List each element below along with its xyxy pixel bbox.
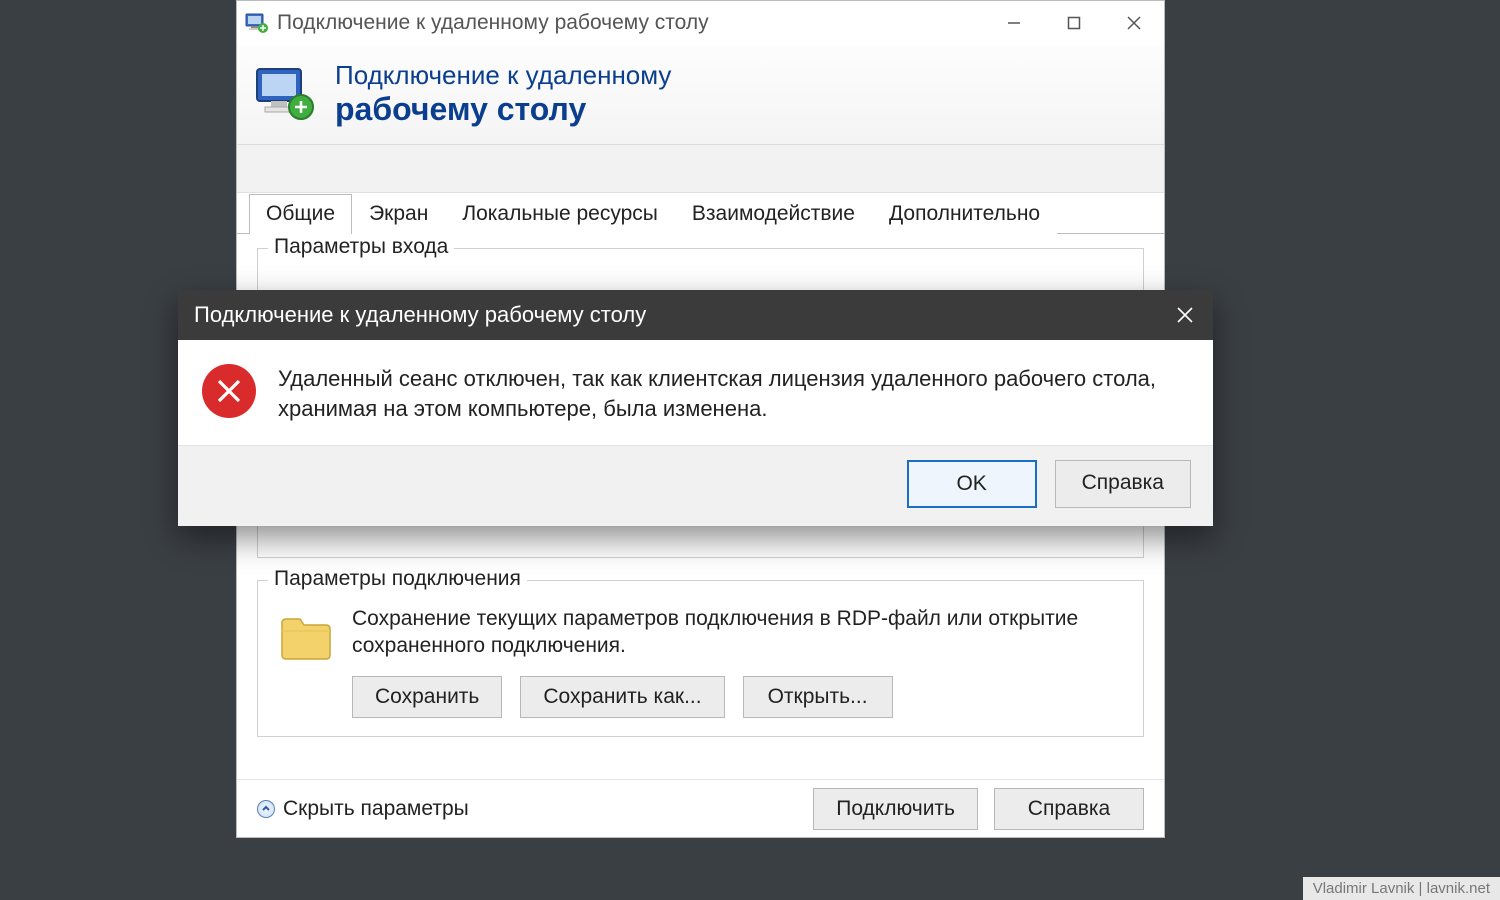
tab-strip: Общие Экран Локальные ресурсы Взаимодейс… — [237, 193, 1164, 233]
chevron-up-icon — [257, 800, 275, 818]
dialog-message: Удаленный сеанс отключен, так как клиент… — [278, 364, 1185, 425]
banner-title: Подключение к удаленному рабочему столу — [335, 61, 671, 128]
bottom-bar: Скрыть параметры Подключить Справка — [237, 779, 1164, 837]
open-button[interactable]: Открыть... — [743, 676, 893, 718]
tab-advanced[interactable]: Дополнительно — [872, 194, 1057, 234]
banner-line1: Подключение к удаленному — [335, 61, 671, 91]
help-button[interactable]: Справка — [994, 788, 1144, 830]
banner-line2: рабочему столу — [335, 91, 671, 128]
dialog-titlebar: Подключение к удаленному рабочему столу — [178, 290, 1213, 340]
rdp-banner-icon — [253, 61, 321, 129]
dialog-title: Подключение к удаленному рабочему столу — [194, 302, 646, 328]
connect-button[interactable]: Подключить — [813, 788, 978, 830]
error-dialog: Подключение к удаленному рабочему столу … — [178, 290, 1213, 526]
close-button[interactable] — [1104, 1, 1164, 45]
dialog-button-row: OK Справка — [178, 445, 1213, 526]
dialog-body: Удаленный сеанс отключен, так как клиент… — [178, 340, 1213, 445]
toggle-options[interactable]: Скрыть параметры — [257, 797, 469, 821]
titlebar-buttons — [984, 1, 1164, 45]
tab-local-resources[interactable]: Локальные ресурсы — [445, 194, 675, 234]
tab-general[interactable]: Общие — [249, 194, 352, 234]
group-connection-legend: Параметры подключения — [268, 567, 527, 591]
group-login-legend: Параметры входа — [268, 235, 454, 259]
dialog-close-button[interactable] — [1157, 290, 1213, 340]
window-titlebar: Подключение к удаленному рабочему столу — [237, 1, 1164, 45]
watermark: Vladimir Lavnik | lavnik.net — [1303, 877, 1500, 900]
tab-screen[interactable]: Экран — [352, 194, 445, 234]
dialog-help-button[interactable]: Справка — [1055, 460, 1191, 508]
dialog-ok-button[interactable]: OK — [907, 460, 1037, 508]
group-connection-desc: Сохранение текущих параметров подключени… — [352, 605, 1123, 660]
save-as-button[interactable]: Сохранить как... — [520, 676, 724, 718]
minimize-button[interactable] — [984, 1, 1044, 45]
banner: Подключение к удаленному рабочему столу — [237, 45, 1164, 145]
error-icon — [202, 364, 256, 418]
save-button[interactable]: Сохранить — [352, 676, 502, 718]
toggle-options-label: Скрыть параметры — [283, 797, 469, 821]
tab-experience[interactable]: Взаимодействие — [675, 194, 872, 234]
banner-strip — [237, 145, 1164, 193]
group-connection: Параметры подключения Сохранение текущих… — [257, 580, 1144, 737]
rdp-app-icon — [245, 11, 269, 35]
maximize-button[interactable] — [1044, 1, 1104, 45]
folder-icon — [278, 609, 334, 665]
window-title: Подключение к удаленному рабочему столу — [277, 11, 709, 35]
